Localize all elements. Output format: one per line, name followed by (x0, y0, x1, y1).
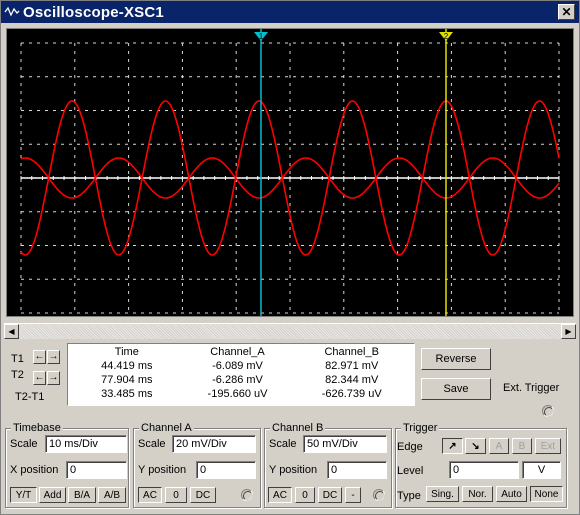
level-label: Level (397, 465, 424, 477)
channel-b-title: Channel B (270, 422, 326, 434)
cursor-2-label: 2 (444, 32, 449, 41)
t1-channel-a: -6.089 mV (212, 360, 263, 372)
col-time: Time (114, 346, 139, 358)
cursor-1-label: 1 (259, 32, 264, 41)
t2-time: 77.904 ms (101, 374, 153, 386)
x-position-field[interactable]: 0 (66, 461, 127, 479)
edge-falling-button[interactable]: ↘ (465, 438, 486, 454)
channel-a-ypos-label: Y position (138, 464, 187, 476)
trigger-level-unit[interactable]: V (522, 461, 561, 479)
channel-b-ypos-field[interactable]: 0 (327, 461, 387, 479)
channel-b-terminal[interactable] (373, 489, 385, 501)
close-button[interactable]: ✕ (558, 4, 575, 20)
t2-channel-a: -6.286 mV (212, 374, 263, 386)
t1-channel-b: 82.971 mV (325, 360, 379, 372)
t1-right-button[interactable]: → (47, 350, 60, 364)
table-row: 77.904 ms -6.286 mV 82.344 mV (68, 373, 414, 387)
timebase-title: Timebase (11, 422, 63, 434)
edge-label: Edge (397, 441, 423, 453)
oscilloscope-icon (1, 1, 23, 23)
trigger-title: Trigger (401, 422, 440, 434)
t2-t1-label: T2-T1 (15, 391, 45, 403)
type-none-button[interactable]: None (530, 486, 563, 502)
col-channel-b: Channel_B (324, 346, 379, 358)
timebase-scale-label: Scale (10, 438, 38, 450)
channel-a-title: Channel A (139, 422, 194, 434)
t1-time: 44.419 ms (101, 360, 153, 372)
type-label: Type (397, 490, 421, 502)
oscilloscope-screen[interactable]: 12 (6, 28, 574, 317)
mode-yt-button[interactable]: Y/T (10, 487, 37, 503)
channel-a-dc-button[interactable]: DC (190, 487, 216, 503)
channel-b-scale-field[interactable]: 50 mV/Div (303, 435, 387, 453)
arrow-left-icon: ← (34, 351, 45, 362)
table-row: 44.419 ms -6.089 mV 82.971 mV (68, 359, 414, 373)
channel-b-dc-button[interactable]: DC (318, 487, 342, 503)
col-channel-a: Channel_A (210, 346, 265, 358)
type-single-button[interactable]: Sing. (426, 486, 459, 502)
trigger-level-field[interactable]: 0 (449, 461, 519, 479)
ext-trigger-terminal[interactable] (542, 405, 554, 417)
arrow-left-icon: ◀ (8, 327, 15, 336)
arrow-right-icon: ▶ (565, 327, 572, 336)
delta-time: 33.485 ms (101, 388, 153, 400)
type-normal-button[interactable]: Nor. (462, 486, 493, 502)
trigger-a-button[interactable]: A (489, 438, 509, 454)
window-title: Oscilloscope-XSC1 (23, 3, 164, 21)
table-row: 33.485 ms -195.660 uV -626.739 uV (68, 387, 414, 401)
channel-b-ac-button[interactable]: AC (268, 487, 292, 503)
channel-a-scale-field[interactable]: 20 mV/Div (172, 435, 256, 453)
mode-ba-button[interactable]: B/A (68, 487, 96, 503)
channel-b-scale-label: Scale (269, 438, 297, 450)
cursor-readout-table: Time Channel_A Channel_B 44.419 ms -6.08… (67, 343, 415, 406)
delta-channel-a: -195.660 uV (207, 388, 268, 400)
t2-channel-b: 82.344 mV (325, 374, 379, 386)
save-button[interactable]: Save (421, 378, 491, 400)
arrow-left-icon: ← (34, 372, 45, 383)
channel-b-invert-button[interactable]: - (345, 487, 361, 503)
t2-cursor-arrows: ← → (33, 371, 61, 385)
edge-rising-button[interactable]: ↗ (442, 438, 463, 454)
channel-a-ypos-field[interactable]: 0 (196, 461, 256, 479)
title-bar[interactable]: Oscilloscope-XSC1 ✕ (1, 1, 579, 23)
t1-cursor-arrows: ← → (33, 350, 61, 364)
channel-a-terminal[interactable] (241, 489, 253, 501)
scope-display: 12 (20, 29, 560, 316)
oscilloscope-window: Oscilloscope-XSC1 ✕ 12 ◀ ▶ T1 T2 T2-T1 ←… (0, 0, 580, 515)
trigger-ext-button[interactable]: Ext (535, 438, 561, 454)
trigger-b-button[interactable]: B (512, 438, 532, 454)
channel-a-scale-label: Scale (138, 438, 166, 450)
mode-add-button[interactable]: Add (39, 487, 66, 503)
reverse-button[interactable]: Reverse (421, 348, 491, 370)
channel-b-zero-button[interactable]: 0 (295, 487, 315, 503)
t2-right-button[interactable]: → (47, 371, 60, 385)
delta-channel-b: -626.739 uV (321, 388, 382, 400)
t1-label: T1 (11, 353, 24, 365)
t2-left-button[interactable]: ← (33, 371, 46, 385)
readout-header-row: Time Channel_A Channel_B (68, 345, 414, 359)
t2-label: T2 (11, 369, 24, 381)
x-position-label: X position (10, 464, 59, 476)
channel-a-ac-button[interactable]: AC (138, 487, 162, 503)
timebase-scale-field[interactable]: 10 ms/Div (45, 435, 127, 453)
scroll-right-button[interactable]: ▶ (561, 324, 576, 339)
arrow-right-icon: → (48, 351, 59, 362)
close-icon: ✕ (561, 5, 572, 19)
mode-ab-button[interactable]: A/B (98, 487, 126, 503)
channel-b-ypos-label: Y position (269, 464, 318, 476)
t1-left-button[interactable]: ← (33, 350, 46, 364)
scroll-left-button[interactable]: ◀ (4, 324, 19, 339)
scroll-track[interactable] (19, 324, 561, 339)
type-auto-button[interactable]: Auto (496, 486, 527, 502)
arrow-right-icon: → (48, 372, 59, 383)
ext-trigger-label: Ext. Trigger (503, 382, 560, 394)
channel-a-zero-button[interactable]: 0 (165, 487, 187, 503)
horizontal-scrollbar[interactable]: ◀ ▶ (4, 323, 576, 339)
